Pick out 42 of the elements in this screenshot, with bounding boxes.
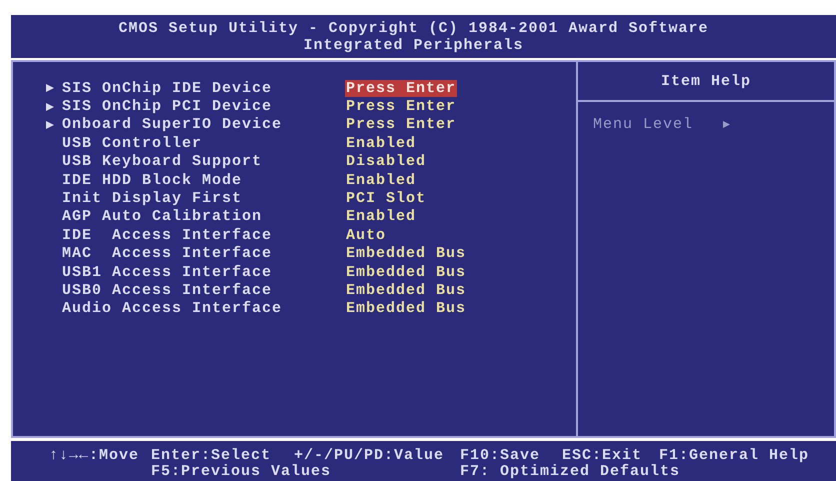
setting-value[interactable]: Enabled xyxy=(345,134,418,152)
setting-value[interactable]: Embedded Bus xyxy=(345,245,468,262)
key-hint: Enter:Select xyxy=(151,448,272,464)
key-hint: ↑↓→←:Move xyxy=(49,448,140,464)
item-help-title: Item Help xyxy=(660,72,751,90)
setting-label[interactable]: IDE Access Interface xyxy=(62,226,345,244)
key-hint: +/-/PU/PD:Value xyxy=(294,448,444,464)
setting-value[interactable]: Press Enter xyxy=(345,98,458,116)
setting-label[interactable]: Init Display First xyxy=(62,190,345,208)
page-title: Integrated Peripherals xyxy=(303,36,524,54)
setting-label[interactable]: MAC Access Interface xyxy=(62,245,345,262)
key-hint: F10:Save xyxy=(460,448,540,464)
setting-value[interactable]: Press Enter xyxy=(345,116,458,134)
setting-value[interactable]: Enabled xyxy=(345,208,418,226)
setting-label[interactable]: IDE HDD Block Mode xyxy=(62,172,345,189)
key-hint: F7: Optimized Defaults xyxy=(460,464,680,480)
setting-label[interactable]: Onboard SuperIO Device xyxy=(62,116,345,134)
setting-label[interactable]: SIS OnChip IDE Device xyxy=(62,80,345,97)
key-hint: F5:Previous Values xyxy=(151,464,332,480)
setting-value[interactable]: Press Enter xyxy=(345,80,458,97)
submenu-arrow-icon xyxy=(46,102,54,111)
setting-label[interactable]: USB Keyboard Support xyxy=(62,153,345,170)
setting-label[interactable]: AGP Auto Calibration xyxy=(62,208,345,226)
setting-value[interactable]: Embedded Bus xyxy=(345,282,468,299)
menu-level-arrow-icon xyxy=(723,121,730,128)
setting-value[interactable]: PCI Slot xyxy=(345,190,428,208)
submenu-arrow-icon xyxy=(46,120,54,129)
submenu-arrow-icon xyxy=(46,84,54,92)
utility-title: CMOS Setup Utility - Copyright (C) 1984-2001 Award Software xyxy=(118,20,709,36)
setting-value[interactable]: Embedded Bus xyxy=(345,264,468,281)
key-hint: ESC:Exit xyxy=(562,448,642,464)
key-hint: F1:General Help xyxy=(659,448,810,464)
setting-label[interactable]: USB0 Access Interface xyxy=(62,282,345,299)
setting-label[interactable]: Audio Access Interface xyxy=(62,300,345,318)
setting-label[interactable]: USB1 Access Interface xyxy=(62,264,345,281)
setting-label[interactable]: USB Controller xyxy=(62,134,345,152)
setting-value[interactable]: Enabled xyxy=(345,172,418,189)
setting-label[interactable]: SIS OnChip PCI Device xyxy=(62,98,345,116)
menu-level-label: Menu Level xyxy=(593,116,694,133)
setting-value[interactable]: Disabled xyxy=(345,153,428,170)
setting-value[interactable]: Auto xyxy=(345,226,388,244)
setting-value[interactable]: Embedded Bus xyxy=(345,300,468,318)
